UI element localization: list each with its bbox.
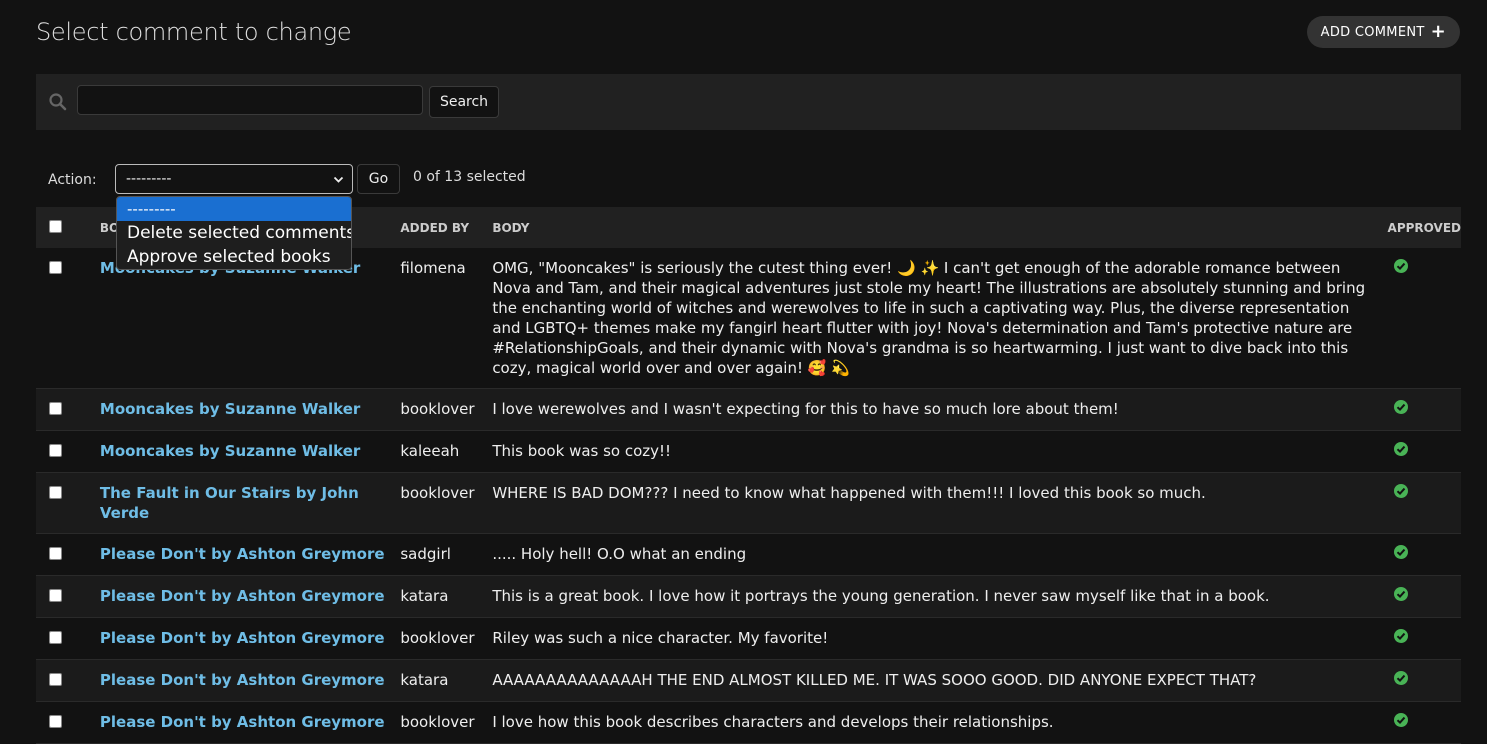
comment-body-cell: OMG, "Mooncakes" is seriously the cutest… [492, 259, 1366, 377]
book-link[interactable]: Please Don't by Ashton Greymore [100, 545, 385, 563]
book-link[interactable]: The Fault in Our Stairs by John Verde [100, 484, 359, 522]
book-link[interactable]: Mooncakes by Suzanne Walker [100, 442, 360, 460]
action-option[interactable]: --------- [117, 197, 351, 221]
column-header-body[interactable]: Body [492, 207, 1388, 248]
add-comment-button[interactable]: ADD COMMENT + [1306, 16, 1460, 48]
action-option[interactable]: Delete selected comments [117, 221, 351, 245]
approved-check-icon [1393, 671, 1408, 685]
added-by-cell: booklover [400, 400, 475, 418]
plus-icon: + [1430, 21, 1446, 42]
table-row: The Fault in Our Stairs by John Verde boo… [36, 472, 1461, 534]
search-button[interactable]: Search [429, 86, 499, 118]
row-checkbox[interactable] [49, 402, 62, 415]
approved-check-icon [1393, 259, 1408, 273]
row-checkbox[interactable] [49, 673, 62, 686]
added-by-cell: booklover [400, 484, 475, 502]
table-row: Mooncakes by Suzanne Walker kaleeah This b… [36, 431, 1461, 473]
column-header-approved[interactable]: Approved [1387, 207, 1461, 248]
book-link[interactable]: Please Don't by Ashton Greymore [100, 713, 385, 731]
comment-body-cell: I love werewolves and I wasn't expecting… [492, 400, 1119, 418]
row-checkbox[interactable] [49, 261, 62, 274]
table-row: Please Don't by Ashton Greymore katara Thi… [36, 575, 1461, 618]
comments-table: Book Added by Body Approved Mooncakes by… [36, 207, 1461, 744]
column-header-added-by[interactable]: Added by [400, 207, 493, 248]
action-select-value: --------- [126, 171, 172, 187]
added-by-cell: kaleeah [400, 442, 460, 460]
chevron-down-icon [333, 176, 344, 183]
search-toolbar: Search [36, 74, 1461, 130]
comment-body-cell: Riley was such a nice character. My favo… [492, 629, 829, 647]
page-title: Select comment to change [36, 18, 352, 46]
selection-counter: 0 of 13 selected [413, 169, 526, 185]
go-button[interactable]: Go [357, 164, 400, 194]
book-link[interactable]: Please Don't by Ashton Greymore [100, 629, 385, 647]
comment-body-cell: I love how this book describes character… [492, 713, 1054, 731]
table-row: Please Don't by Ashton Greymore booklover… [36, 618, 1461, 660]
approved-check-icon [1393, 545, 1408, 559]
approved-check-icon [1393, 442, 1408, 456]
added-by-cell: sadgirl [400, 545, 451, 563]
added-by-cell: katara [400, 587, 449, 605]
approved-check-icon [1393, 587, 1408, 601]
added-by-cell: katara [400, 671, 449, 689]
approved-check-icon [1393, 713, 1408, 727]
approved-check-icon [1393, 484, 1408, 498]
row-checkbox[interactable] [49, 486, 62, 499]
table-row: Please Don't by Ashton Greymore katara AAA… [36, 659, 1461, 702]
table-row: Please Don't by Ashton Greymore booklover… [36, 702, 1461, 744]
search-input[interactable] [77, 85, 423, 115]
select-all-checkbox[interactable] [49, 219, 62, 233]
row-checkbox[interactable] [49, 589, 62, 602]
approved-check-icon [1393, 400, 1408, 414]
added-by-cell: booklover [400, 629, 475, 647]
action-option[interactable]: Approve selected books [117, 245, 351, 269]
action-select[interactable]: --------- [115, 164, 353, 194]
comment-body-cell: AAAAAAAAAAAAAAH THE END ALMOST KILLED ME… [492, 671, 1257, 689]
book-link[interactable]: Please Don't by Ashton Greymore [100, 671, 385, 689]
search-icon [49, 93, 67, 111]
book-link[interactable]: Mooncakes by Suzanne Walker [100, 400, 360, 418]
added-by-cell: filomena [400, 259, 466, 277]
row-checkbox[interactable] [49, 547, 62, 560]
comment-body-cell: WHERE IS BAD DOM??? I need to know what … [492, 484, 1206, 502]
table-row: Please Don't by Ashton Greymore sadgirl..… [36, 534, 1461, 576]
comment-body-cell: This book was so cozy!! [492, 442, 672, 460]
comment-body-cell: This is a great book. I love how it port… [492, 587, 1270, 605]
table-row: Mooncakes by Suzanne Walker booklover I lo… [36, 388, 1461, 431]
action-dropdown-menu: --------- Delete selected comments Appro… [116, 196, 352, 270]
added-by-cell: booklover [400, 713, 475, 731]
row-checkbox[interactable] [49, 444, 62, 457]
add-comment-label: ADD COMMENT [1320, 24, 1425, 40]
row-checkbox[interactable] [49, 631, 62, 644]
action-label: Action: [48, 172, 97, 188]
comment-body-cell: ..... Holy hell! O.O what an ending [492, 545, 747, 563]
row-checkbox[interactable] [49, 715, 62, 728]
approved-check-icon [1393, 629, 1408, 643]
book-link[interactable]: Please Don't by Ashton Greymore [100, 587, 385, 605]
